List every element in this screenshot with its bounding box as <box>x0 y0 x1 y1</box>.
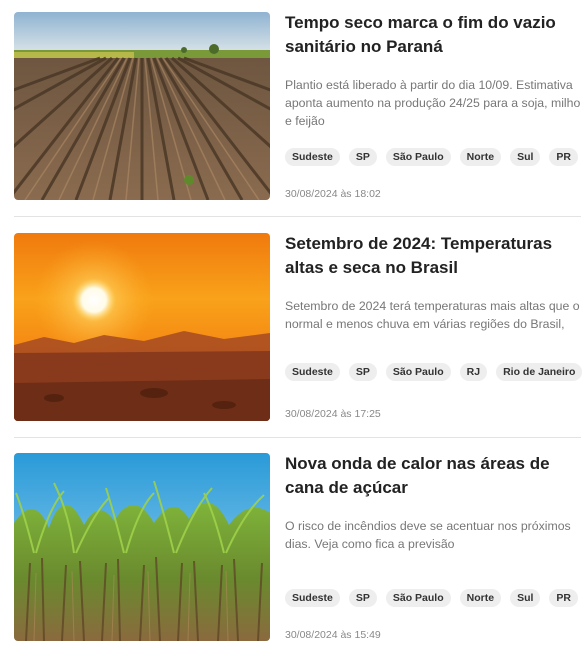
news-card[interactable]: Setembro de 2024: Temperaturas altas e s… <box>14 232 583 421</box>
news-summary: O risco de incêndios deve se acentuar no… <box>285 519 571 551</box>
tag-chip[interactable]: SP <box>348 589 377 607</box>
news-feed: Tempo seco marca o fim do vazio sanitári… <box>0 0 587 657</box>
tag-chip[interactable]: SP <box>348 363 377 381</box>
news-card-body: Tempo seco marca o fim do vazio sanitári… <box>285 12 581 200</box>
publish-date: 30/08/2024 às 18:02 <box>285 188 381 200</box>
tag-chip[interactable]: Rio de Janeiro <box>496 363 583 381</box>
tag-chip[interactable]: PR <box>549 589 578 607</box>
tag-chip[interactable]: São Paulo <box>385 148 451 166</box>
tag-chip[interactable]: Sudeste <box>285 589 340 607</box>
news-summary: Setembro de 2024 terá temperaturas mais … <box>285 299 580 331</box>
tag-chip[interactable]: São Paulo <box>385 363 451 381</box>
news-card[interactable]: Tempo seco marca o fim do vazio sanitári… <box>14 12 581 200</box>
news-summary: Plantio está liberado à partir do dia 10… <box>285 78 581 128</box>
plowed-field-image[interactable] <box>14 12 270 200</box>
publish-date: 30/08/2024 às 17:25 <box>285 408 381 420</box>
tag-chip[interactable]: Sudeste <box>285 363 340 381</box>
tag-list: Sudeste SP São Paulo Norte Sul PR <box>285 589 578 607</box>
publish-date: 30/08/2024 às 15:49 <box>285 629 381 641</box>
news-card[interactable]: Nova onda de calor nas áreas de cana de … <box>14 453 581 641</box>
news-card-body: Nova onda de calor nas áreas de cana de … <box>285 453 581 641</box>
tag-chip[interactable]: Norte <box>459 589 502 607</box>
tag-chip[interactable]: SP <box>348 148 377 166</box>
tag-list: Sudeste SP São Paulo Norte Sul PR <box>285 148 578 166</box>
tag-chip[interactable]: Sudeste <box>285 148 340 166</box>
divider <box>14 437 581 438</box>
tag-chip[interactable]: Sul <box>510 589 541 607</box>
tag-chip[interactable]: Sul <box>510 148 541 166</box>
sugarcane-field-image[interactable] <box>14 453 270 641</box>
news-title[interactable]: Setembro de 2024: Temperaturas altas e s… <box>285 232 581 280</box>
tag-chip[interactable]: Norte <box>459 148 502 166</box>
news-title[interactable]: Tempo seco marca o fim do vazio sanitári… <box>285 11 581 59</box>
sunset-sky-image[interactable] <box>14 233 270 421</box>
news-card-body: Setembro de 2024: Temperaturas altas e s… <box>285 232 583 421</box>
tag-chip[interactable]: PR <box>549 148 578 166</box>
divider <box>14 216 581 217</box>
news-title[interactable]: Nova onda de calor nas áreas de cana de … <box>285 452 581 500</box>
tag-list: Sudeste SP São Paulo RJ Rio de Janeiro <box>285 363 583 381</box>
tag-chip[interactable]: São Paulo <box>385 589 451 607</box>
tag-chip[interactable]: RJ <box>459 363 488 381</box>
